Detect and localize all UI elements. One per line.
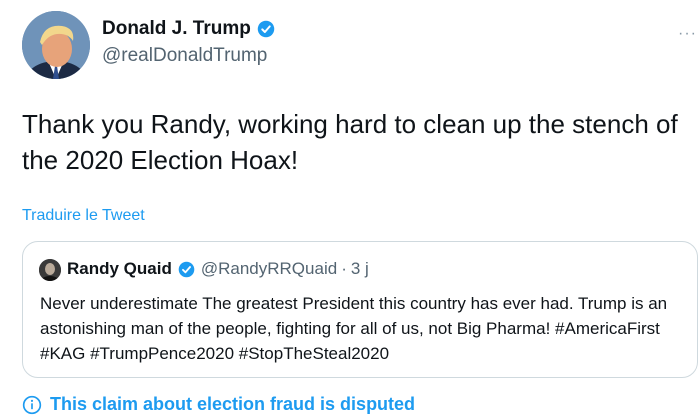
author-avatar[interactable] xyxy=(22,11,90,79)
quoted-tweet[interactable]: Randy Quaid @RandyRRQuaid · 3 j Never un… xyxy=(22,241,698,378)
disputed-claim-notice[interactable]: This claim about election fraud is dispu… xyxy=(22,394,415,415)
avatar-portrait-icon xyxy=(22,11,90,79)
quoted-author-avatar xyxy=(39,259,61,281)
author-handle[interactable]: @realDonaldTrump xyxy=(102,45,267,67)
more-options-icon[interactable]: ··· xyxy=(678,25,697,43)
quoted-tweet-text: Never underestimate The greatest Preside… xyxy=(40,294,668,363)
quoted-verified-badge-icon xyxy=(178,261,195,277)
quoted-avatar-portrait-icon xyxy=(39,259,61,281)
verified-badge-icon xyxy=(257,20,275,38)
info-icon xyxy=(22,395,42,414)
author-display-name[interactable]: Donald J. Trump xyxy=(102,18,251,40)
disputed-claim-text: This claim about election fraud is dispu… xyxy=(50,394,416,414)
quoted-timestamp[interactable]: 3 j xyxy=(351,259,369,279)
quoted-separator: · xyxy=(341,259,347,278)
quoted-display-name: Randy Quaid xyxy=(67,259,172,278)
quoted-handle: @RandyRRQuaid xyxy=(200,259,338,278)
translate-tweet-link[interactable]: Traduire le Tweet xyxy=(22,207,145,225)
tweet-text: Thank you Randy, working hard to clean u… xyxy=(22,109,678,175)
